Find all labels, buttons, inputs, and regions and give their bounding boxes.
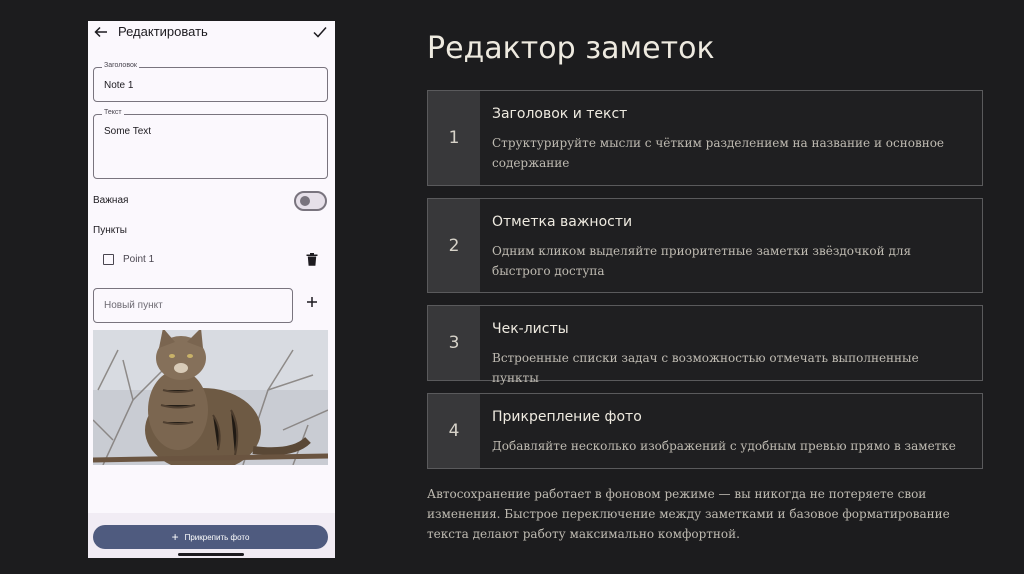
new-point-input[interactable]: Новый пункт — [93, 288, 293, 323]
feature-card: 4 Прикрепление фото Добавляйте несколько… — [427, 393, 983, 469]
feature-card: 3 Чек-листы Встроенные списки задач с во… — [427, 305, 983, 385]
text-field-value: Some Text — [104, 126, 152, 137]
title-field-value: Note 1 — [104, 80, 134, 91]
feature-card: 2 Отметка важности Одним кликом выделяйт… — [427, 198, 983, 293]
title-field[interactable]: Заголовок Note 1 — [93, 62, 328, 102]
card-description: Встроенные списки задач с возможностью о… — [492, 351, 919, 385]
card-title: Отметка важности — [492, 214, 633, 230]
phone-screen: Редактировать Заголовок Note 1 Текст Som… — [88, 21, 335, 558]
card-number: 3 — [428, 306, 480, 380]
checklist-item: Point 1 — [88, 249, 335, 271]
bottom-bar: + Прикрепить фото — [88, 513, 335, 558]
title-field-label: Заголовок — [102, 62, 139, 69]
card-number: 1 — [428, 91, 480, 185]
points-section-label: Пункты — [93, 225, 127, 236]
card-description: Одним кликом выделяйте приоритетные заме… — [492, 244, 912, 278]
arrow-back-icon[interactable] — [94, 25, 108, 39]
card-number: 2 — [428, 199, 480, 292]
card-title: Прикрепление фото — [492, 409, 642, 425]
point-text: Point 1 — [123, 254, 155, 265]
new-point-placeholder: Новый пункт — [104, 300, 163, 311]
card-title: Чек-листы — [492, 321, 569, 337]
page-title: Редактировать — [118, 24, 208, 39]
attach-photo-button[interactable]: + Прикрепить фото — [93, 525, 328, 549]
trash-icon[interactable] — [306, 253, 318, 266]
card-number: 4 — [428, 394, 480, 468]
important-toggle[interactable] — [294, 191, 327, 211]
attached-photo[interactable] — [93, 330, 328, 465]
plus-icon[interactable] — [306, 296, 318, 308]
add-icon: + — [171, 530, 179, 544]
card-description: Добавляйте несколько изображений с удобн… — [492, 439, 956, 453]
attach-photo-label: Прикрепить фото — [184, 532, 250, 542]
home-indicator — [178, 553, 244, 556]
text-field[interactable]: Текст Some Text — [93, 109, 328, 179]
feature-card: 1 Заголовок и текст Структурируйте мысли… — [427, 90, 983, 186]
top-app-bar: Редактировать — [88, 21, 335, 47]
cat-photo-image — [93, 330, 328, 465]
slide-title: Редактор заметок — [427, 31, 715, 66]
point-checkbox[interactable] — [103, 254, 114, 265]
card-description: Структурируйте мысли с чётким разделение… — [492, 136, 945, 170]
check-icon[interactable] — [313, 26, 327, 38]
toggle-knob — [300, 196, 310, 206]
card-title: Заголовок и текст — [492, 106, 628, 122]
footer-text: Автосохранение работает в фоновом режиме… — [427, 487, 950, 541]
important-label: Важная — [93, 195, 129, 206]
text-field-label: Текст — [102, 109, 124, 116]
